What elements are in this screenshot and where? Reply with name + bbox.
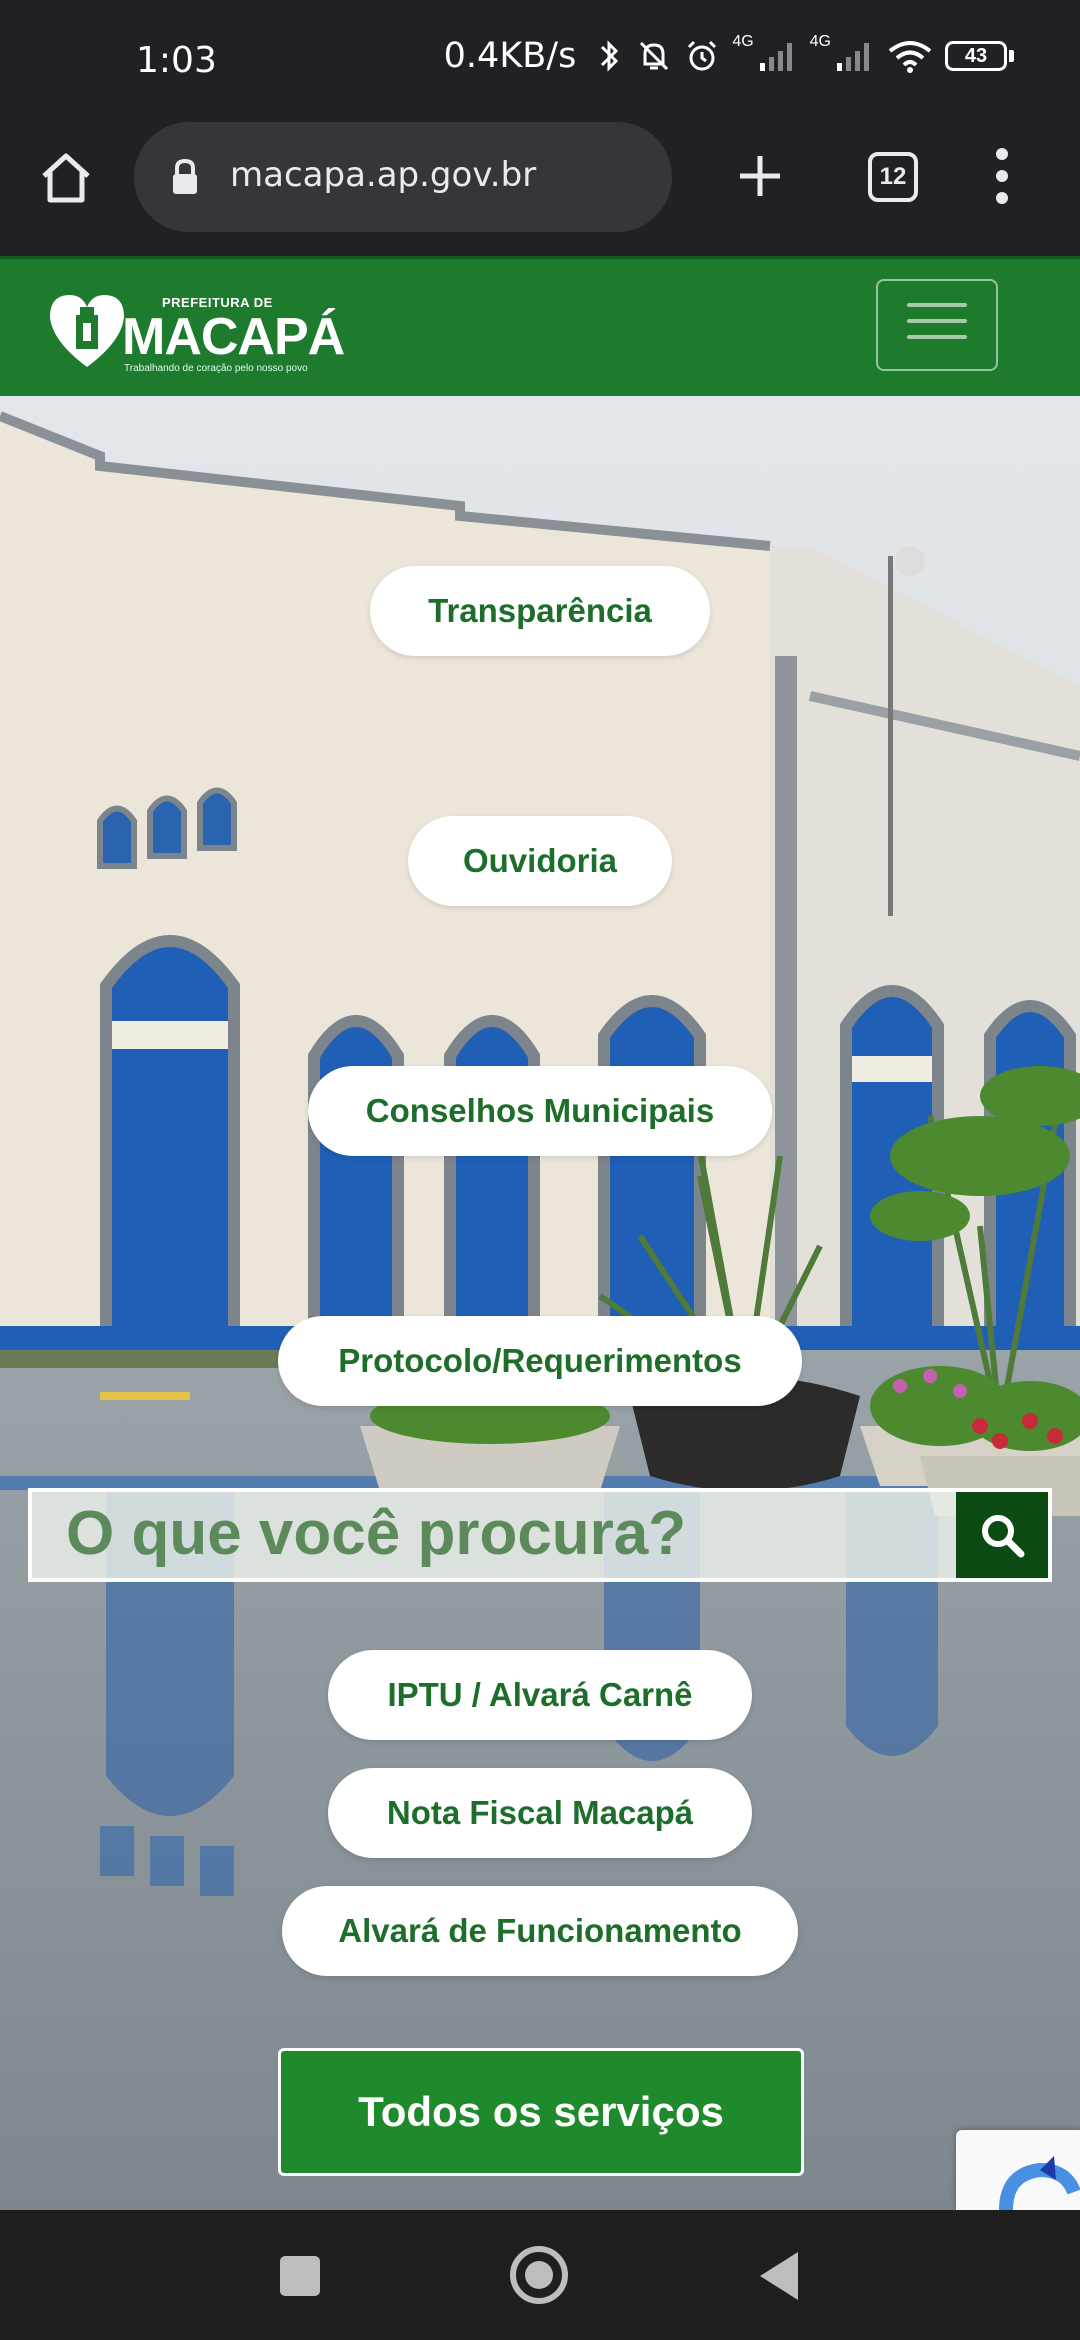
home-icon[interactable] xyxy=(36,148,96,208)
network-type-1: 4G xyxy=(732,33,754,50)
logo-slogan: Trabalhando de coração pelo nosso povo xyxy=(124,363,308,374)
new-tab-plus-icon[interactable] xyxy=(732,148,788,204)
battery-level: 43 xyxy=(945,41,1007,71)
network-type-2: 4G xyxy=(809,33,831,50)
all-services-button[interactable]: Todos os serviços xyxy=(278,2048,804,2176)
signal-icon xyxy=(835,39,875,73)
wifi-icon xyxy=(887,39,933,73)
status-bar: 1:03 0.4KB/s 4G 4G 43 xyxy=(0,0,1080,118)
nota-fiscal-link[interactable]: Nota Fiscal Macapá xyxy=(328,1768,752,1858)
address-bar[interactable]: macapa.ap.gov.br xyxy=(134,122,672,232)
system-nav-bar xyxy=(0,2210,1080,2340)
protocolo-requerimentos-link[interactable]: Protocolo/Requerimentos xyxy=(278,1316,802,1406)
logo-name: MACAPÁ xyxy=(122,308,345,366)
alvara-funcionamento-link[interactable]: Alvará de Funcionamento xyxy=(282,1886,798,1976)
search-placeholder: O que você procura? xyxy=(66,1499,687,1568)
recent-apps-icon[interactable] xyxy=(280,2256,320,2296)
recaptcha-icon xyxy=(999,2156,1080,2210)
logo-heart-icon xyxy=(50,295,124,367)
hero-section: Transparência Ouvidoria Conselhos Munici… xyxy=(0,396,1080,2210)
transparencia-link[interactable]: Transparência xyxy=(370,566,710,656)
site-header: PREFEITURA DE MACAPÁ Trabalhando de cora… xyxy=(0,256,1080,396)
recaptcha-badge[interactable] xyxy=(956,2130,1080,2210)
network-speed: 0.4KB/s xyxy=(443,36,577,76)
status-time: 1:03 xyxy=(136,40,217,81)
search-input[interactable]: O que você procura? xyxy=(28,1488,1052,1582)
more-menu-icon[interactable] xyxy=(990,148,1014,208)
conselhos-municipais-link[interactable]: Conselhos Municipais xyxy=(308,1066,772,1156)
search-icon xyxy=(982,1515,1025,1558)
hamburger-menu-icon[interactable] xyxy=(876,279,998,371)
ouvidoria-link[interactable]: Ouvidoria xyxy=(408,816,672,906)
phone-screen: 1:03 0.4KB/s 4G 4G 43 macapa.ap.gov.br 1… xyxy=(0,0,1080,2340)
back-triangle-icon[interactable] xyxy=(760,2252,798,2300)
status-icons: 0.4KB/s 4G 4G 43 xyxy=(443,33,1014,76)
url-text: macapa.ap.gov.br xyxy=(230,155,537,195)
lock-icon xyxy=(170,158,200,201)
site-logo[interactable]: PREFEITURA DE MACAPÁ Trabalhando de cora… xyxy=(46,285,345,375)
tab-switcher-button[interactable]: 12 xyxy=(868,152,918,202)
signal-icon xyxy=(758,39,798,73)
browser-toolbar: macapa.ap.gov.br 12 xyxy=(0,118,1080,256)
search-button[interactable] xyxy=(956,1492,1048,1578)
battery-icon: 43 xyxy=(945,41,1014,71)
iptu-alvara-carne-link[interactable]: IPTU / Alvará Carnê xyxy=(328,1650,752,1740)
bluetooth-icon xyxy=(594,38,624,74)
alarm-icon xyxy=(684,38,720,74)
mute-bell-icon xyxy=(636,38,672,74)
home-circle-icon[interactable] xyxy=(510,2246,568,2304)
